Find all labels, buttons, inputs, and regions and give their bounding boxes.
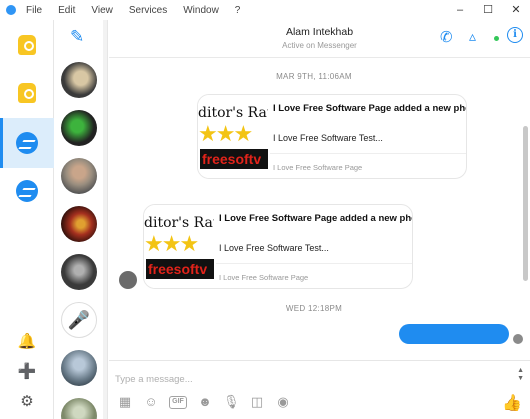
contact-avatar[interactable] bbox=[61, 62, 97, 98]
sent-message-bubble[interactable] bbox=[399, 324, 509, 344]
thumbnail-brand-text: freesoftv bbox=[200, 149, 268, 169]
message-thread-scrollbar[interactable] bbox=[523, 126, 528, 281]
maximize-button[interactable]: ☐ bbox=[474, 0, 502, 20]
thumbnail-stars-icon: ★★★ bbox=[144, 231, 199, 256]
rail-item-messenger-active[interactable] bbox=[0, 118, 54, 168]
shared-post-card[interactable]: ditor's Ratir ★★★ freesoftv I Love Free … bbox=[143, 204, 413, 289]
menu-window[interactable]: Window bbox=[183, 5, 219, 16]
mic-icon[interactable]: 🎙 bbox=[223, 394, 240, 410]
app-logo-icon bbox=[6, 5, 16, 15]
gif-button[interactable]: GIF bbox=[169, 396, 187, 409]
app-rail: 🔔 ➕ ⚙ bbox=[0, 20, 54, 419]
divider bbox=[270, 153, 466, 154]
shared-post-card[interactable]: ditor's Ratir ★★★ freesoftv I Love Free … bbox=[197, 94, 467, 179]
contact-avatar[interactable] bbox=[61, 350, 97, 386]
contact-avatar[interactable] bbox=[61, 110, 97, 146]
composer-tools: ▦ ☺ GIF ☻ 🎙 ◫ ◉ bbox=[117, 394, 291, 410]
bulb-icon bbox=[18, 83, 36, 103]
timestamp: WED 12:18PM bbox=[285, 304, 343, 313]
contact-avatar[interactable] bbox=[61, 254, 97, 290]
game-icon[interactable]: ◫ bbox=[249, 394, 265, 410]
menu-edit[interactable]: Edit bbox=[58, 5, 75, 16]
close-button[interactable]: ✕ bbox=[502, 0, 530, 20]
contact-avatar-microphone[interactable]: 🎤 bbox=[61, 302, 97, 338]
rail-item-bulb-2[interactable] bbox=[0, 68, 54, 118]
messenger-app: File Edit View Services Window ? – ☐ ✕ 🔔… bbox=[0, 0, 530, 419]
minimize-button[interactable]: – bbox=[446, 0, 474, 20]
thumbnail-stars-icon: ★★★ bbox=[198, 121, 253, 146]
thumbnail-rating-text: ditor's Ratir bbox=[198, 105, 268, 121]
divider bbox=[216, 263, 412, 264]
menu-services[interactable]: Services bbox=[129, 5, 167, 16]
contact-avatar[interactable] bbox=[61, 398, 97, 419]
post-description: I Love Free Software Test... bbox=[219, 243, 329, 253]
window-controls: – ☐ ✕ bbox=[446, 0, 530, 20]
thumbnail-rating-text: ditor's Ratir bbox=[144, 215, 214, 231]
post-thumbnail[interactable]: ditor's Ratir ★★★ freesoftv bbox=[198, 95, 268, 178]
menu-view[interactable]: View bbox=[91, 5, 113, 16]
message-thread[interactable]: MAR 9TH, 11:06AM ditor's Ratir ★★★ frees… bbox=[109, 58, 530, 360]
thumbs-up-icon[interactable]: 👍 bbox=[502, 393, 522, 413]
thumbnail-brand-text: freesoftv bbox=[146, 259, 214, 279]
contact-avatar[interactable] bbox=[61, 206, 97, 242]
post-description: I Love Free Software Test... bbox=[273, 133, 383, 143]
contact-avatar[interactable] bbox=[61, 158, 97, 194]
photo-icon[interactable]: ▦ bbox=[117, 394, 133, 410]
camera-icon[interactable]: ◉ bbox=[275, 394, 291, 410]
sticker-icon[interactable]: ☺ bbox=[143, 394, 159, 410]
message-input[interactable] bbox=[115, 371, 505, 387]
seen-avatar bbox=[513, 334, 523, 344]
menu-help[interactable]: ? bbox=[235, 5, 241, 16]
post-title: I Love Free Software Page added a new ph… bbox=[273, 103, 467, 114]
compose-icon[interactable]: ✎ bbox=[70, 28, 88, 46]
gear-icon[interactable]: ⚙ bbox=[0, 392, 54, 410]
bell-icon[interactable]: 🔔 bbox=[0, 332, 54, 350]
plus-icon[interactable]: ➕ bbox=[0, 362, 54, 380]
composer-scroll-arrows[interactable]: ▲ ▼ bbox=[517, 367, 524, 383]
phone-icon[interactable]: ✆ bbox=[440, 28, 453, 46]
contact-list-scrollbar[interactable] bbox=[103, 20, 107, 419]
contact-status: Active on Messenger bbox=[282, 41, 357, 50]
info-icon[interactable]: i bbox=[507, 27, 523, 43]
bulb-icon bbox=[18, 35, 36, 55]
composer: ▲▼ ▦ ☺ GIF ☻ 🎙 ◫ ◉ 👍 bbox=[109, 360, 530, 419]
menu-file[interactable]: File bbox=[26, 5, 42, 16]
post-source: I Love Free Software Page bbox=[273, 163, 363, 172]
post-title: I Love Free Software Page added a new ph… bbox=[219, 213, 413, 224]
timestamp: MAR 9TH, 11:06AM bbox=[276, 72, 352, 81]
online-indicator bbox=[494, 36, 499, 41]
messenger-icon bbox=[16, 132, 38, 154]
post-thumbnail[interactable]: ditor's Ratir ★★★ freesoftv bbox=[144, 205, 214, 288]
menubar: File Edit View Services Window ? – ☐ ✕ bbox=[0, 0, 530, 20]
contact-name: Alam Intekhab bbox=[285, 26, 354, 38]
sender-avatar[interactable] bbox=[119, 271, 137, 289]
rail-item-messenger[interactable] bbox=[0, 166, 54, 216]
video-icon[interactable]: ▵ bbox=[469, 28, 476, 45]
contact-list: ✎ 🎤 bbox=[55, 20, 108, 419]
emoji-icon[interactable]: ☻ bbox=[197, 394, 213, 410]
messenger-icon bbox=[16, 180, 38, 202]
rail-item-bulb-1[interactable] bbox=[0, 20, 54, 70]
conversation-header: Alam Intekhab Active on Messenger ✆ ▵ i bbox=[109, 20, 530, 58]
post-source: I Love Free Software Page bbox=[219, 273, 309, 282]
